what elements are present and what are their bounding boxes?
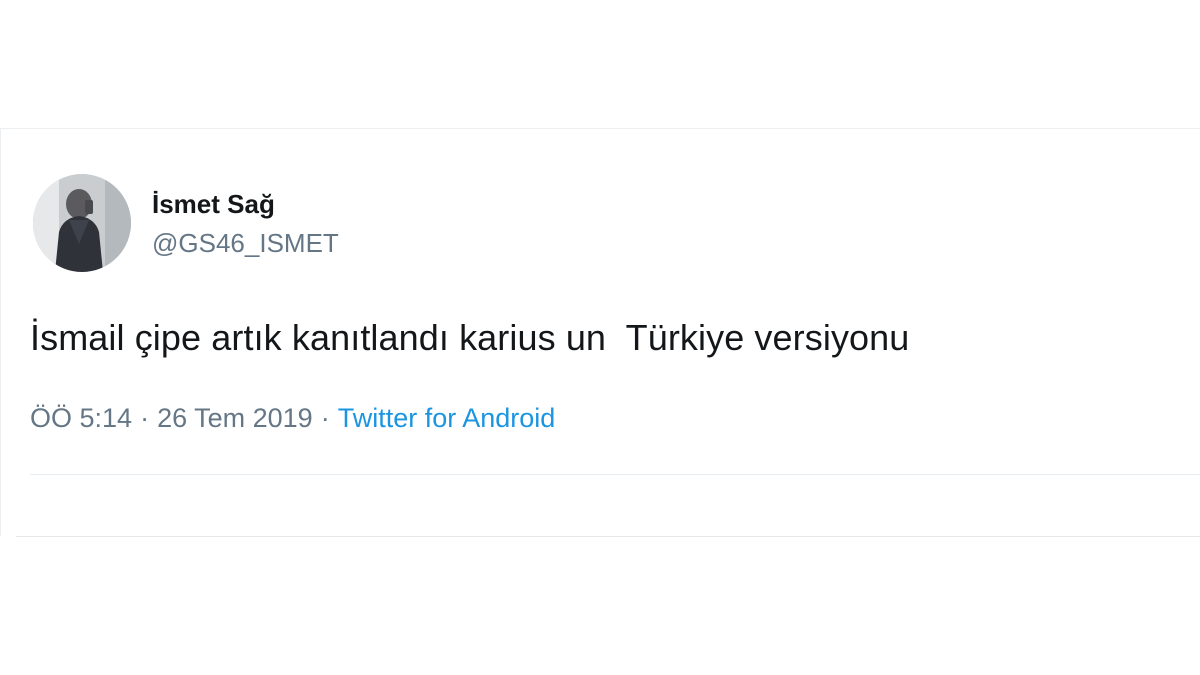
avatar-image	[33, 174, 131, 272]
avatar[interactable]	[33, 174, 131, 272]
tweet-screenshot: İsmet Sağ @GS46_ISMET İsmail çipe artık …	[0, 0, 1200, 675]
tweet-text: İsmail çipe artık kanıtlandı karius un T…	[30, 317, 910, 358]
user-handle[interactable]: @GS46_ISMET	[152, 228, 339, 259]
meta-separator: ·	[320, 403, 330, 433]
tweet-meta: ÖÖ 5:14 · 26 Tem 2019 · Twitter for Android	[30, 403, 555, 434]
divider	[30, 474, 1200, 475]
card-bottom-border	[16, 536, 1200, 537]
tweet-date[interactable]: 26 Tem 2019	[157, 403, 313, 433]
display-name[interactable]: İsmet Sağ	[152, 189, 275, 220]
tweet-time[interactable]: ÖÖ 5:14	[30, 403, 132, 433]
tweet-source-link[interactable]: Twitter for Android	[338, 403, 556, 433]
meta-separator: ·	[140, 403, 150, 433]
